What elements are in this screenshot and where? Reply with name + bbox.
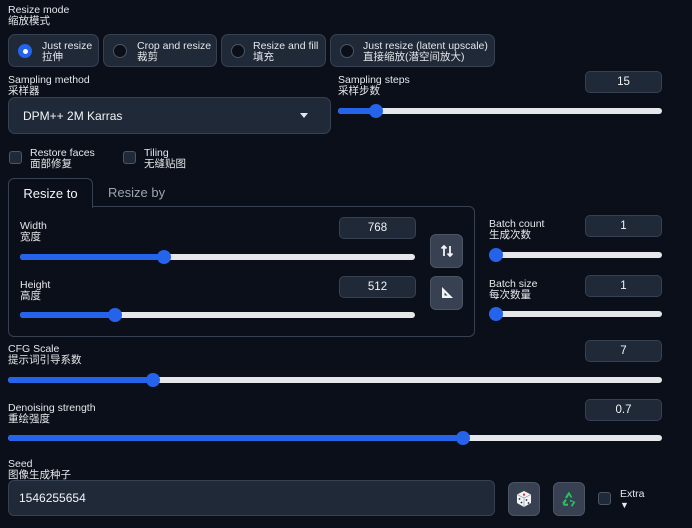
restore-faces-label: Restore faces 面部修复 bbox=[30, 147, 95, 170]
tab-resize-to[interactable]: Resize to bbox=[8, 178, 93, 208]
seed-label: Seed 图像生成种子 bbox=[8, 458, 71, 481]
radio-crop-and-resize[interactable]: Crop and resize 裁剪 bbox=[103, 34, 217, 67]
denoising-strength-slider[interactable] bbox=[8, 431, 662, 445]
radio-label: Resize and fill 填充 bbox=[253, 40, 319, 63]
sampling-method-label: Sampling method 采样器 bbox=[8, 74, 90, 97]
extra-label[interactable]: Extra ▼ bbox=[620, 489, 645, 511]
batch-count-label: Batch count 生成次数 bbox=[489, 218, 545, 241]
batch-count-slider[interactable] bbox=[489, 248, 662, 262]
sampling-steps-slider[interactable] bbox=[338, 104, 662, 118]
cfg-scale-input[interactable]: 7 bbox=[585, 340, 662, 362]
height-input[interactable]: 512 bbox=[339, 276, 416, 298]
radio-indicator bbox=[18, 44, 32, 58]
chevron-down-icon: ▼ bbox=[620, 500, 629, 510]
tab-resize-by[interactable]: Resize by bbox=[108, 178, 165, 208]
reuse-seed-button[interactable] bbox=[553, 482, 585, 516]
batch-size-input[interactable]: 1 bbox=[585, 275, 662, 297]
seed-input[interactable]: 1546255654 bbox=[8, 480, 495, 516]
slider-thumb[interactable] bbox=[456, 431, 470, 445]
radio-resize-and-fill[interactable]: Resize and fill 填充 bbox=[221, 34, 326, 67]
radio-indicator bbox=[231, 44, 245, 58]
sampling-method-value: DPM++ 2M Karras bbox=[23, 109, 123, 123]
tiling-checkbox[interactable] bbox=[123, 151, 136, 164]
swap-dimensions-icon bbox=[440, 244, 453, 258]
cfg-scale-slider[interactable] bbox=[8, 373, 662, 387]
batch-size-slider[interactable] bbox=[489, 307, 662, 321]
radio-label: Just resize 拉伸 bbox=[42, 40, 93, 63]
denoising-strength-label: Denoising strength 重绘强度 bbox=[8, 402, 96, 425]
radio-latent-upscale[interactable]: Just resize (latent upscale) 直接缩放(潜空间放大) bbox=[330, 34, 495, 67]
radio-label: Crop and resize 裁剪 bbox=[137, 40, 212, 63]
sampling-method-dropdown[interactable]: DPM++ 2M Karras bbox=[8, 97, 331, 134]
slider-thumb[interactable] bbox=[489, 248, 503, 262]
radio-label: Just resize (latent upscale) 直接缩放(潜空间放大) bbox=[363, 40, 488, 63]
resize-mode-label: Resize mode 缩放模式 bbox=[8, 4, 70, 27]
aspect-ratio-button[interactable] bbox=[430, 276, 463, 310]
cfg-scale-label: CFG Scale 提示词引导系数 bbox=[8, 343, 82, 366]
width-slider[interactable] bbox=[20, 250, 415, 264]
random-seed-button[interactable] bbox=[508, 482, 540, 516]
extra-checkbox[interactable] bbox=[598, 492, 611, 505]
recycle-icon bbox=[562, 491, 576, 507]
aspect-ratio-icon bbox=[441, 287, 453, 298]
height-label: Height 高度 bbox=[20, 279, 51, 302]
swap-dimensions-button[interactable] bbox=[430, 234, 463, 268]
slider-thumb[interactable] bbox=[369, 104, 383, 118]
width-label: Width 宽度 bbox=[20, 220, 47, 243]
caret-down-icon bbox=[300, 113, 308, 118]
dice-icon bbox=[516, 491, 532, 507]
sampling-steps-label: Sampling steps 采样步数 bbox=[338, 74, 410, 97]
sampling-steps-input[interactable]: 15 bbox=[585, 71, 662, 93]
restore-faces-checkbox[interactable] bbox=[9, 151, 22, 164]
denoising-strength-input[interactable]: 0.7 bbox=[585, 399, 662, 421]
height-slider[interactable] bbox=[20, 308, 415, 322]
slider-thumb[interactable] bbox=[157, 250, 172, 264]
radio-just-resize[interactable]: Just resize 拉伸 bbox=[8, 34, 99, 67]
batch-count-input[interactable]: 1 bbox=[585, 215, 662, 237]
radio-indicator bbox=[113, 44, 127, 58]
slider-thumb[interactable] bbox=[145, 373, 160, 387]
slider-thumb[interactable] bbox=[489, 307, 503, 321]
width-input[interactable]: 768 bbox=[339, 217, 416, 239]
radio-indicator bbox=[340, 44, 354, 58]
batch-size-label: Batch size 每次数量 bbox=[489, 278, 538, 301]
tiling-label: Tiling 无缝贴图 bbox=[144, 147, 186, 170]
slider-thumb[interactable] bbox=[107, 308, 122, 322]
